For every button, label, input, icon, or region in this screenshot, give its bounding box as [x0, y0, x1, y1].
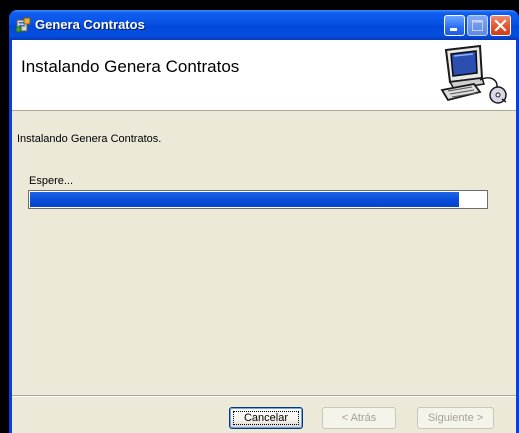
status-message: Instalando Genera Contratos.	[17, 133, 162, 145]
window-title: Genera Contratos	[35, 17, 145, 32]
focus-rectangle	[233, 411, 299, 425]
page-title: Instalando Genera Contratos	[21, 57, 240, 76]
maximize-icon	[472, 20, 483, 31]
installer-window: Genera Contratos Instalando Genera Contr…	[9, 10, 519, 433]
progress-bar	[28, 190, 488, 209]
minimize-button[interactable]	[444, 15, 465, 36]
close-icon	[494, 19, 507, 32]
minimize-icon	[450, 28, 457, 31]
next-button-label: Siguiente >	[427, 412, 484, 424]
installer-app-icon	[15, 17, 31, 33]
progress-bar-fill	[30, 192, 459, 207]
progress-label: Espere...	[29, 175, 74, 187]
wizard-header: Instalando Genera Contratos	[12, 40, 516, 111]
desktop-background: Genera Contratos Instalando Genera Contr…	[0, 0, 519, 433]
back-button: < Atrás	[322, 407, 396, 429]
maximize-button	[467, 15, 488, 36]
footer-divider	[12, 395, 516, 397]
title-bar[interactable]: Genera Contratos	[9, 10, 519, 40]
next-button: Siguiente >	[417, 407, 494, 429]
dialog-client-area: Instalando Genera Contratos Instalando G…	[12, 40, 516, 433]
back-button-label: < Atrás	[341, 412, 377, 424]
cancel-button[interactable]: Cancelar	[229, 407, 303, 429]
computer-install-graphic-icon	[440, 44, 507, 104]
close-button[interactable]	[490, 15, 511, 36]
